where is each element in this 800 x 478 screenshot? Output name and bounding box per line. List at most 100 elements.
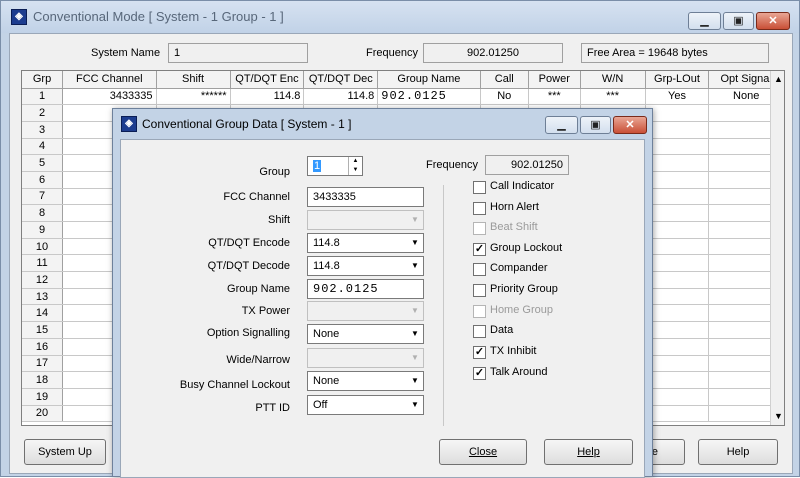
- row-header-cell[interactable]: 20: [22, 405, 64, 423]
- checkbox-label[interactable]: Compander: [490, 262, 547, 274]
- checkbox-label[interactable]: Call Indicator: [490, 180, 554, 192]
- row-header-cell[interactable]: 3: [22, 121, 64, 139]
- checkbox-label[interactable]: Priority Group: [490, 283, 558, 295]
- row-header-cell[interactable]: 18: [22, 371, 64, 389]
- row-header-cell[interactable]: 16: [22, 338, 64, 356]
- row-header-cell[interactable]: 9: [22, 221, 64, 239]
- cell-lout[interactable]: [645, 271, 710, 289]
- cell-lout[interactable]: [645, 138, 710, 156]
- app-logo-icon[interactable]: ◈: [11, 9, 27, 25]
- dialog-close-action-button[interactable]: Close: [439, 439, 527, 465]
- cell-lout[interactable]: [645, 238, 710, 256]
- cell-lout[interactable]: [645, 171, 710, 189]
- col-header-call[interactable]: Call: [480, 71, 529, 89]
- checkbox-priority-group[interactable]: [473, 284, 486, 297]
- encode-select[interactable]: 114.8 ▼: [307, 233, 424, 253]
- cell-lout[interactable]: [645, 221, 710, 239]
- main-help-button[interactable]: Help: [698, 439, 778, 465]
- cell-power[interactable]: ***: [528, 88, 581, 106]
- row-header-cell[interactable]: 7: [22, 188, 64, 206]
- row-header-cell[interactable]: 1: [22, 88, 64, 106]
- option-signalling-select[interactable]: None ▼: [307, 324, 424, 344]
- checkbox-data[interactable]: [473, 325, 486, 338]
- row-header-cell[interactable]: 17: [22, 355, 64, 373]
- cell-lout[interactable]: [645, 254, 710, 273]
- col-header-qt-dec[interactable]: QT/DQT Dec: [303, 71, 379, 89]
- checkbox-group-lockout[interactable]: ✓: [473, 243, 486, 256]
- row-header-cell[interactable]: 10: [22, 238, 64, 256]
- checkbox-talk-around[interactable]: ✓: [473, 367, 486, 380]
- cell-dec[interactable]: 114.8: [303, 88, 379, 106]
- scroll-up-icon[interactable]: ▲: [771, 71, 784, 88]
- cell-lout[interactable]: [645, 388, 710, 406]
- row-header-cell[interactable]: 11: [22, 254, 64, 273]
- checkbox-label[interactable]: Data: [490, 324, 513, 336]
- spin-up-icon[interactable]: ▲: [349, 157, 362, 166]
- system-up-button[interactable]: System Up: [24, 439, 106, 465]
- cell-lout[interactable]: Yes: [645, 88, 710, 106]
- cell-lout[interactable]: [645, 104, 710, 122]
- close-button[interactable]: ✕: [756, 12, 790, 30]
- checkbox-label[interactable]: Horn Alert: [490, 201, 539, 213]
- chevron-down-icon[interactable]: ▼: [407, 372, 423, 390]
- col-header-grp[interactable]: Grp: [22, 71, 64, 89]
- cell-lout[interactable]: [645, 188, 710, 206]
- cell-call[interactable]: No: [480, 88, 529, 106]
- col-header-power[interactable]: Power: [528, 71, 581, 89]
- group-name-input[interactable]: 902.0125: [307, 279, 424, 299]
- cell-lout[interactable]: [645, 371, 710, 389]
- dialog-minimize-button[interactable]: ▁: [545, 116, 578, 134]
- grid-vertical-scrollbar[interactable]: ▲ ▼: [770, 71, 784, 425]
- row-header-cell[interactable]: 19: [22, 388, 64, 406]
- cell-lout[interactable]: [645, 121, 710, 139]
- chevron-down-icon[interactable]: ▼: [407, 234, 423, 252]
- col-header-grp-lout[interactable]: Grp-LOut: [645, 71, 710, 89]
- row-header-cell[interactable]: 6: [22, 171, 64, 189]
- dialog-help-button[interactable]: Help: [544, 439, 633, 465]
- row-header-cell[interactable]: 14: [22, 304, 64, 323]
- col-header-shift[interactable]: Shift: [156, 71, 231, 89]
- cell-lout[interactable]: [645, 288, 710, 306]
- checkbox-label[interactable]: TX Inhibit: [490, 345, 536, 357]
- checkbox-tx-inhibit[interactable]: ✓: [473, 346, 486, 359]
- cell-lout[interactable]: [645, 405, 710, 423]
- checkbox-horn-alert[interactable]: [473, 202, 486, 215]
- row-header-cell[interactable]: 13: [22, 288, 64, 306]
- checkbox-label[interactable]: Talk Around: [490, 366, 547, 378]
- scroll-down-icon[interactable]: ▼: [771, 408, 784, 425]
- col-header-group-name[interactable]: Group Name: [377, 71, 481, 89]
- checkbox-compander[interactable]: [473, 263, 486, 276]
- checkbox-label[interactable]: Group Lockout: [490, 242, 562, 254]
- cell-lout[interactable]: [645, 338, 710, 356]
- maximize-button[interactable]: ▣: [723, 12, 754, 30]
- group-spin-buttons[interactable]: ▲ ▼: [348, 157, 362, 175]
- decode-select[interactable]: 114.8 ▼: [307, 256, 424, 276]
- row-header-cell[interactable]: 15: [22, 321, 64, 339]
- busy-channel-lockout-select[interactable]: None ▼: [307, 371, 424, 391]
- col-header-wn[interactable]: W/N: [580, 71, 646, 89]
- checkbox-call-indicator[interactable]: [473, 181, 486, 194]
- cell-lout[interactable]: [645, 304, 710, 323]
- cell-fcc[interactable]: 3433335: [62, 88, 157, 106]
- ptt-id-select[interactable]: Off ▼: [307, 395, 424, 415]
- row-header-cell[interactable]: 8: [22, 204, 64, 222]
- group-spinner[interactable]: 1 ▲ ▼: [307, 156, 363, 176]
- chevron-down-icon[interactable]: ▼: [407, 257, 423, 275]
- dialog-maximize-button[interactable]: ▣: [580, 116, 611, 134]
- row-header-cell[interactable]: 4: [22, 138, 64, 156]
- col-header-qt-enc[interactable]: QT/DQT Enc: [230, 71, 305, 89]
- cell-enc[interactable]: 114.8: [230, 88, 305, 106]
- cell-lout[interactable]: [645, 204, 710, 222]
- table-row[interactable]: 1 3433335 ****** 114.8 114.8 902.0125 No *** ***…: [22, 88, 784, 106]
- row-header-cell[interactable]: 12: [22, 271, 64, 289]
- dialog-app-icon[interactable]: ◈: [121, 116, 137, 132]
- cell-wn[interactable]: ***: [580, 88, 646, 106]
- minimize-button[interactable]: ▁: [688, 12, 721, 30]
- cell-shift[interactable]: ******: [156, 88, 231, 106]
- col-header-fcc-channel[interactable]: FCC Channel: [62, 71, 157, 89]
- chevron-down-icon[interactable]: ▼: [407, 396, 423, 414]
- dialog-close-button[interactable]: ✕: [613, 116, 647, 134]
- row-header-cell[interactable]: 5: [22, 154, 64, 172]
- cell-lout[interactable]: [645, 321, 710, 339]
- chevron-down-icon[interactable]: ▼: [407, 325, 423, 343]
